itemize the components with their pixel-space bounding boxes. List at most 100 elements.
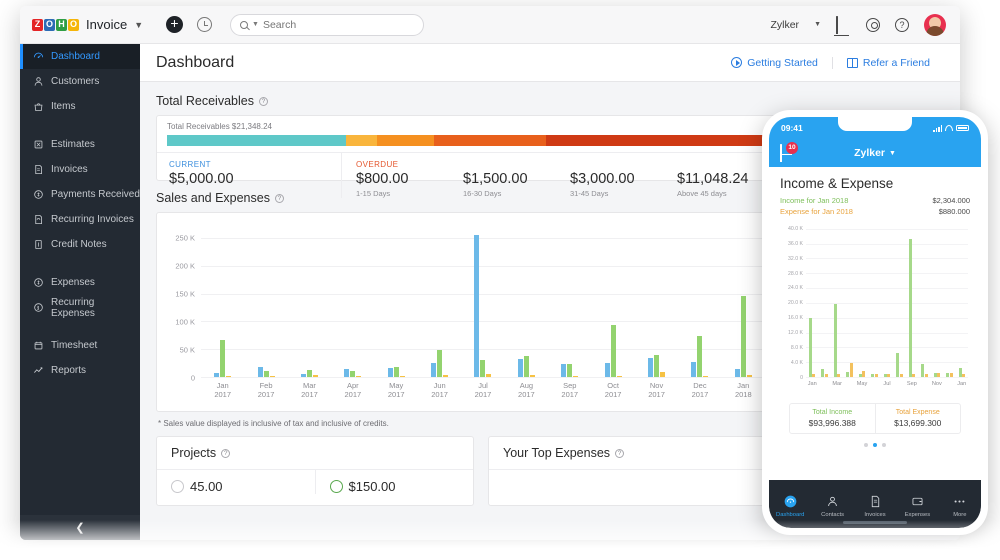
- sidebar-item-payments-received[interactable]: Payments Received: [20, 182, 140, 207]
- sidebar-item-credit-notes[interactable]: Credit Notes: [20, 232, 140, 257]
- phone-tab-contacts[interactable]: Contacts: [811, 494, 853, 518]
- sidebar-item-customers[interactable]: Customers: [20, 69, 140, 94]
- bar-receipts[interactable]: [306, 370, 312, 377]
- sidebar-item-expenses[interactable]: Expenses: [20, 270, 140, 295]
- phone-bar-expense[interactable]: [937, 372, 941, 377]
- sidebar-item-recurring-invoices[interactable]: Recurring Invoices: [20, 207, 140, 232]
- phone-bar-income[interactable]: [808, 318, 812, 377]
- bar-expenses[interactable]: [226, 375, 232, 377]
- phone-tab-more[interactable]: More: [939, 494, 981, 518]
- bar-expenses[interactable]: [616, 375, 622, 377]
- bar-sales[interactable]: [517, 359, 523, 377]
- phone-bar-expense[interactable]: [824, 374, 828, 377]
- chevron-down-icon[interactable]: ▼: [889, 150, 896, 157]
- bar-receipts[interactable]: [220, 339, 226, 377]
- info-icon[interactable]: ?: [221, 448, 231, 458]
- carousel-dot[interactable]: [882, 443, 886, 447]
- phone-bar-expense[interactable]: [887, 374, 891, 377]
- bar-expenses[interactable]: [269, 376, 275, 377]
- chevron-down-icon[interactable]: ▼: [252, 21, 259, 28]
- bar-receipts[interactable]: [480, 360, 486, 377]
- bar-receipts[interactable]: [740, 295, 746, 377]
- phone-carousel-dots[interactable]: [780, 443, 970, 447]
- search-box[interactable]: ▼: [230, 13, 424, 36]
- phone-bar-expense[interactable]: [949, 372, 953, 377]
- bar-receipts[interactable]: [697, 336, 703, 377]
- bar-receipts[interactable]: [263, 370, 269, 377]
- bar-sales[interactable]: [300, 373, 306, 377]
- bar-sales[interactable]: [257, 367, 263, 377]
- info-icon[interactable]: ?: [258, 96, 268, 106]
- chevron-down-icon[interactable]: ▼: [814, 21, 821, 28]
- sidebar-item-dashboard[interactable]: Dashboard: [20, 44, 140, 69]
- phone-notifications-icon[interactable]: 10: [780, 142, 798, 162]
- chevron-down-icon[interactable]: ▼: [134, 20, 143, 30]
- bar-sales[interactable]: [691, 362, 697, 377]
- sidebar-collapse-button[interactable]: ❮: [20, 515, 140, 540]
- avatar[interactable]: [924, 13, 946, 36]
- bar-expenses[interactable]: [746, 374, 752, 377]
- carousel-dot-active[interactable]: [873, 443, 877, 447]
- org-switcher[interactable]: Zylker: [770, 19, 799, 31]
- bar-sales[interactable]: [431, 362, 437, 377]
- bar-expenses[interactable]: [486, 373, 492, 377]
- add-new-button[interactable]: +: [166, 16, 183, 33]
- phone-tab-dashboard[interactable]: Dashboard: [769, 494, 811, 518]
- x-axis-label: Nov 2017: [648, 381, 665, 400]
- bar-receipts[interactable]: [437, 349, 443, 377]
- carousel-dot[interactable]: [864, 443, 868, 447]
- notifications-bell-icon[interactable]: [836, 16, 851, 34]
- recent-activity-icon[interactable]: [197, 17, 212, 32]
- phone-bar-expense[interactable]: [812, 373, 816, 377]
- refer-a-friend-link[interactable]: Refer a Friend: [831, 56, 944, 69]
- getting-started-link[interactable]: Getting Started: [717, 57, 832, 69]
- phone-org-name[interactable]: Zylker: [854, 147, 885, 159]
- bar-expenses[interactable]: [703, 375, 709, 377]
- bar-expenses[interactable]: [443, 374, 449, 377]
- bar-expenses[interactable]: [356, 375, 362, 377]
- bar-sales[interactable]: [214, 372, 220, 377]
- bar-receipts[interactable]: [393, 367, 399, 377]
- bar-expenses[interactable]: [529, 374, 535, 377]
- phone-bar-expense[interactable]: [837, 373, 841, 377]
- phone-bar-expense[interactable]: [849, 362, 853, 377]
- sidebar-item-estimates[interactable]: Estimates: [20, 132, 140, 157]
- bar-expenses[interactable]: [573, 375, 579, 377]
- phone-bar-expense[interactable]: [962, 373, 965, 377]
- phone-bar-expense[interactable]: [862, 371, 866, 377]
- bar-expenses[interactable]: [399, 376, 405, 377]
- bar-sales[interactable]: [648, 358, 654, 377]
- phone-tab-expenses[interactable]: Expenses: [896, 494, 938, 518]
- info-icon[interactable]: ?: [274, 193, 284, 203]
- bar-sales[interactable]: [344, 368, 350, 377]
- phone-bar-expense[interactable]: [924, 373, 928, 377]
- sidebar-item-invoices[interactable]: Invoices: [20, 157, 140, 182]
- bar-sales[interactable]: [734, 368, 740, 377]
- brand-logo[interactable]: Z O H O Invoice ▼: [20, 17, 143, 32]
- bar-receipts[interactable]: [350, 370, 356, 377]
- phone-bar-income[interactable]: [833, 304, 837, 377]
- phone-tab-invoices[interactable]: Invoices: [854, 494, 896, 518]
- phone-bar-expense[interactable]: [899, 373, 903, 377]
- gear-icon[interactable]: [866, 17, 880, 32]
- bar-receipts[interactable]: [567, 363, 573, 377]
- bar-sales[interactable]: [604, 363, 610, 377]
- phone-bar-expense[interactable]: [874, 374, 878, 377]
- search-input[interactable]: [262, 18, 403, 31]
- bar-sales[interactable]: [387, 367, 393, 377]
- bar-sales[interactable]: [474, 234, 480, 377]
- sidebar-item-recurring-expenses[interactable]: Recurring Expenses: [20, 295, 140, 320]
- sidebar-item-timesheet[interactable]: Timesheet: [20, 333, 140, 358]
- bar-receipts[interactable]: [654, 355, 660, 377]
- phone-bar-income[interactable]: [908, 239, 912, 377]
- sidebar-item-reports[interactable]: Reports: [20, 358, 140, 383]
- bar-receipts[interactable]: [523, 356, 529, 377]
- bar-sales[interactable]: [561, 363, 567, 377]
- bar-expenses[interactable]: [660, 372, 666, 377]
- phone-bar-expense[interactable]: [912, 373, 916, 377]
- help-icon[interactable]: ?: [895, 17, 909, 32]
- info-icon[interactable]: ?: [615, 448, 625, 458]
- bar-receipts[interactable]: [610, 324, 616, 377]
- sidebar-item-items[interactable]: Items: [20, 94, 140, 119]
- bar-expenses[interactable]: [312, 375, 318, 377]
